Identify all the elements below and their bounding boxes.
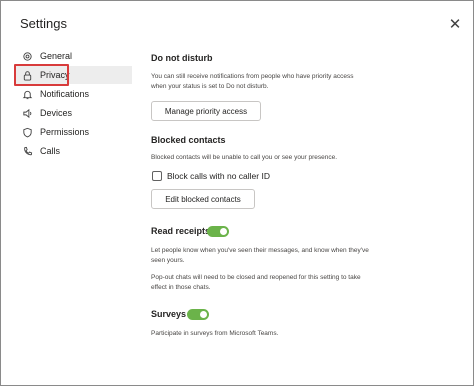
- sidebar-item-permissions[interactable]: Permissions: [14, 123, 132, 141]
- gear-icon: [21, 50, 33, 62]
- manage-priority-access-button[interactable]: Manage priority access: [151, 101, 261, 121]
- read-receipts-toggle[interactable]: [207, 226, 229, 237]
- shield-icon: [21, 126, 33, 138]
- edit-blocked-contacts-button[interactable]: Edit blocked contacts: [151, 189, 255, 209]
- phone-icon: [21, 145, 33, 157]
- read-receipts-note-line-1: Pop-out chats will need to be closed and…: [151, 274, 361, 281]
- sidebar-item-label: Permissions: [40, 127, 90, 137]
- speaker-icon: [21, 107, 33, 119]
- read-receipts-heading: Read receipts: [151, 226, 211, 236]
- surveys-heading: Surveys: [151, 309, 187, 319]
- sidebar-item-label: Calls: [40, 146, 61, 156]
- dnd-description: You can still receive notifications from…: [151, 72, 456, 91]
- sidebar-item-label: Notifications: [40, 89, 90, 99]
- read-receipts-description-line-1: Let people know when you've seen their m…: [151, 247, 369, 254]
- block-no-caller-id-label: Block calls with no caller ID: [167, 171, 270, 181]
- privacy-highlight-box: [14, 64, 69, 86]
- dnd-description-line-1: You can still receive notifications from…: [151, 73, 354, 80]
- toggle-knob: [220, 228, 227, 235]
- sidebar-item-devices[interactable]: Devices: [14, 104, 132, 122]
- surveys-description: Participate in surveys from Microsoft Te…: [151, 330, 279, 337]
- dialog-title: Settings: [20, 16, 67, 31]
- sidebar-item-notifications[interactable]: Notifications: [14, 85, 132, 103]
- sidebar-item-label: Devices: [40, 108, 73, 118]
- blocked-contacts-description: Blocked contacts will be unable to call …: [151, 154, 338, 161]
- blocked-contacts-heading: Blocked contacts: [151, 135, 226, 145]
- read-receipts-note-line-2: effect in those chats.: [151, 283, 211, 291]
- settings-dialog: Settings ✕ General Privacy Notifications: [0, 0, 474, 386]
- block-no-caller-id-checkbox[interactable]: [152, 171, 162, 181]
- read-receipts-description-line-2: seen yours.: [151, 256, 185, 264]
- dnd-heading: Do not disturb: [151, 53, 213, 63]
- read-receipts-description: Let people know when you've seen their m…: [151, 246, 456, 265]
- surveys-toggle[interactable]: [187, 309, 209, 320]
- close-icon[interactable]: ✕: [448, 17, 462, 32]
- toggle-knob: [200, 311, 207, 318]
- read-receipts-note: Pop-out chats will need to be closed and…: [151, 273, 456, 292]
- bell-icon: [21, 88, 33, 100]
- dnd-description-line-2: when your status is set to Do not distur…: [151, 82, 269, 90]
- sidebar-item-calls[interactable]: Calls: [14, 142, 132, 160]
- sidebar-item-general[interactable]: General: [14, 47, 132, 65]
- sidebar-item-label: General: [40, 51, 73, 61]
